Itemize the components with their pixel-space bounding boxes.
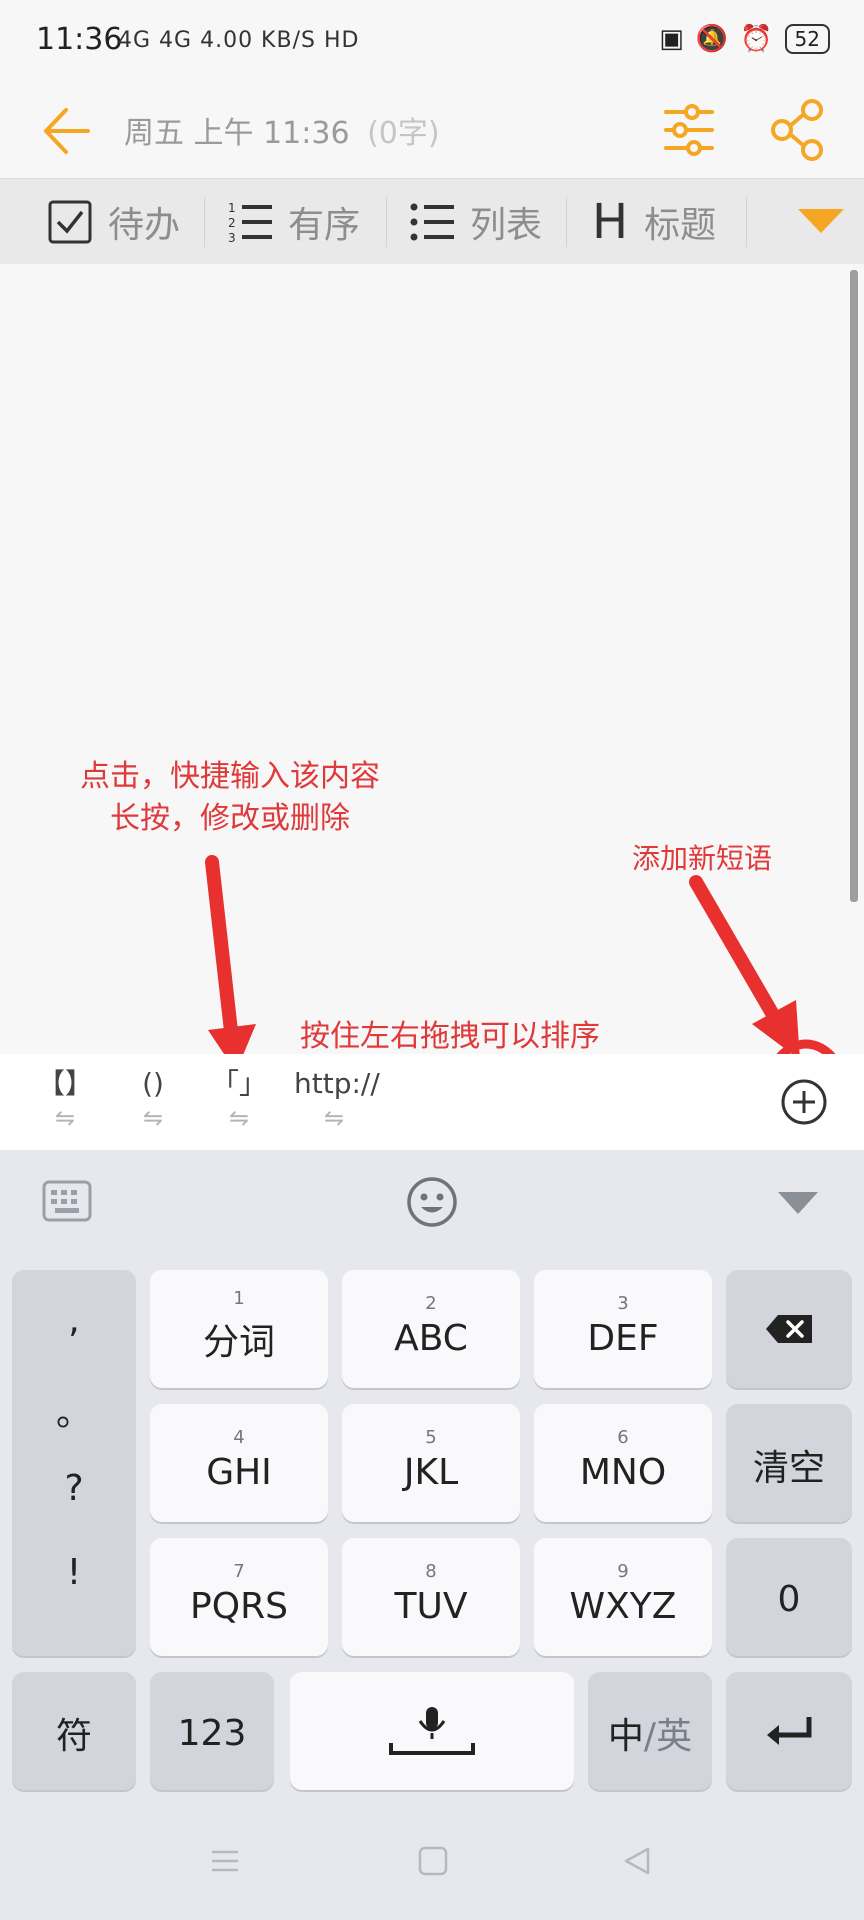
key-label: GHI xyxy=(206,1452,272,1493)
key-label: JKL xyxy=(403,1452,459,1493)
key-number: 8 xyxy=(425,1561,437,1582)
emoji-icon[interactable] xyxy=(406,1176,458,1228)
key-8[interactable]: 8 TUV xyxy=(342,1538,520,1656)
space-key[interactable] xyxy=(290,1672,574,1790)
key-number: 3 xyxy=(617,1293,629,1314)
phrase-text: 「」 xyxy=(210,1067,267,1100)
key-label: PQRS xyxy=(190,1586,288,1627)
drag-handle-icon[interactable]: ⇋ xyxy=(294,1104,404,1132)
key-number: 5 xyxy=(425,1427,437,1448)
phrase-item[interactable]: () ⇋ xyxy=(118,1064,188,1132)
key-number: 1 xyxy=(233,1287,245,1309)
quick-phrase-bar: 【】 ⇋ () ⇋ 「」 ⇋ http:// ⇋ xyxy=(0,1054,864,1150)
drag-handle-icon[interactable]: ⇋ xyxy=(30,1104,100,1132)
key-number: 6 xyxy=(617,1427,629,1448)
punctuation-column[interactable]: , 。 ? ! xyxy=(12,1270,136,1656)
period-key[interactable]: 。 xyxy=(12,1384,136,1436)
zero-key[interactable]: 0 xyxy=(726,1538,852,1656)
back-nav-icon[interactable] xyxy=(622,1846,652,1876)
numbers-key[interactable]: 123 xyxy=(150,1672,274,1790)
key-label: 中/英 xyxy=(608,1707,692,1759)
key-7[interactable]: 7 PQRS xyxy=(150,1538,328,1656)
backspace-key[interactable] xyxy=(726,1270,852,1388)
key-label: 分词 xyxy=(202,1321,275,1363)
key-2[interactable]: 2 ABC xyxy=(342,1270,520,1388)
key-3[interactable]: 3 DEF xyxy=(534,1270,712,1388)
phrase-item[interactable]: 【】 ⇋ xyxy=(30,1064,100,1132)
lang-zh-label: 中 xyxy=(607,1716,644,1757)
key-6[interactable]: 6 MNO xyxy=(534,1404,712,1522)
key-label: ABC xyxy=(394,1318,468,1359)
home-nav-icon[interactable] xyxy=(418,1846,448,1876)
drag-handle-icon[interactable]: ⇋ xyxy=(204,1104,274,1132)
enter-key[interactable] xyxy=(726,1672,852,1790)
comma-key[interactable]: , xyxy=(12,1300,136,1341)
key-4[interactable]: 4 GHI xyxy=(150,1404,328,1522)
phrase-item[interactable]: 「」 ⇋ xyxy=(204,1064,274,1132)
key-number: 9 xyxy=(617,1561,629,1582)
key-label: 0 xyxy=(777,1578,801,1620)
phrase-text: 【】 xyxy=(36,1067,93,1100)
clear-key[interactable]: 清空 xyxy=(726,1404,852,1522)
key-label: TUV xyxy=(394,1586,468,1627)
key-label: 123 xyxy=(177,1712,247,1754)
key-number: 4 xyxy=(233,1427,245,1448)
key-label: 清空 xyxy=(752,1448,825,1489)
key-number: 2 xyxy=(425,1293,437,1314)
phrase-item[interactable]: http:// ⇋ xyxy=(294,1064,404,1132)
lang-en-label: 英 xyxy=(656,1716,693,1757)
key-5[interactable]: 5 JKL xyxy=(342,1404,520,1522)
key-1[interactable]: 1 分词 xyxy=(150,1270,328,1388)
collapse-keyboard-icon[interactable] xyxy=(778,1192,818,1216)
menu-nav-icon[interactable] xyxy=(210,1846,240,1876)
system-nav-bar xyxy=(0,1804,864,1920)
key-9[interactable]: 9 WXYZ xyxy=(534,1538,712,1656)
language-switch-key[interactable]: 中/英 xyxy=(588,1672,712,1790)
key-number: 7 xyxy=(233,1561,245,1582)
phrase-text: http:// xyxy=(294,1067,380,1100)
arrow-to-phrase xyxy=(205,855,239,1047)
arrow-to-add xyxy=(689,875,783,1027)
key-label: DEF xyxy=(587,1318,659,1359)
symbols-key[interactable]: 符 xyxy=(12,1672,136,1790)
microphone-space-icon xyxy=(389,1707,475,1755)
question-key[interactable]: ? xyxy=(12,1468,136,1509)
enter-icon xyxy=(767,1717,812,1745)
drag-handle-icon[interactable]: ⇋ xyxy=(118,1104,188,1132)
lang-separator: / xyxy=(643,1716,657,1757)
exclamation-key[interactable]: ! xyxy=(12,1552,136,1593)
key-label: MNO xyxy=(579,1452,667,1493)
backspace-icon xyxy=(766,1315,812,1343)
keyboard-switch-icon[interactable] xyxy=(42,1180,92,1222)
phrase-text: () xyxy=(142,1067,164,1100)
key-label: 符 xyxy=(55,1716,92,1757)
add-phrase-icon[interactable] xyxy=(780,1078,828,1126)
key-label: WXYZ xyxy=(569,1586,677,1627)
